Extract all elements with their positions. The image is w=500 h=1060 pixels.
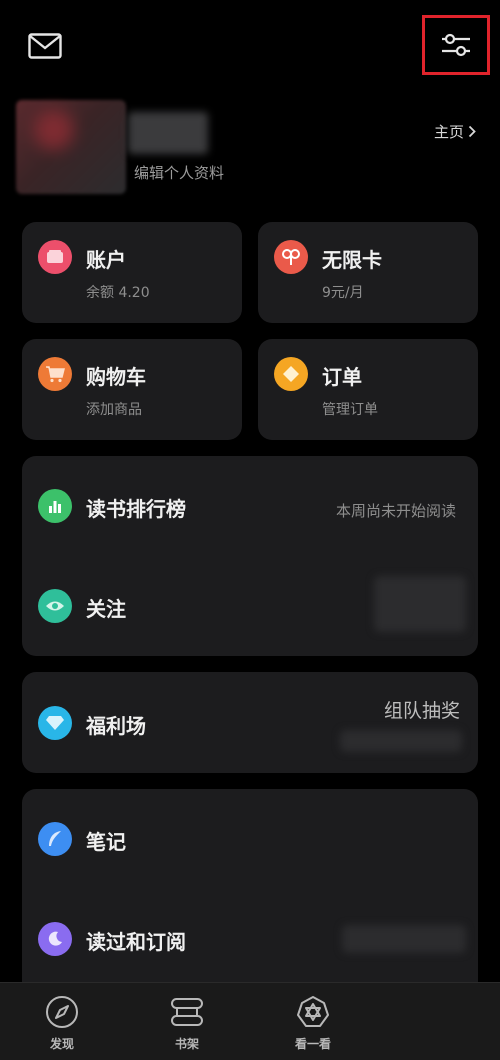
infinity-card-icon xyxy=(274,240,308,274)
row-title: 关注 xyxy=(86,597,126,621)
wallet-icon xyxy=(38,240,72,274)
homepage-label: 主页 xyxy=(433,123,464,141)
nav-label: 看一看 xyxy=(294,1037,331,1051)
welfare-promo: 组队抽奖 xyxy=(383,700,460,722)
read-preview xyxy=(342,925,466,953)
bookshelf-icon xyxy=(171,998,203,1026)
profile-screen: 编辑个人资料 主页 账户 余额 4.20 无限卡 9元/月 购物车 添加商品 订 xyxy=(0,0,500,1060)
library-group-card: 笔记 读过和订阅 xyxy=(22,789,478,999)
nav-discover[interactable]: 发现 xyxy=(22,995,102,1057)
infinite-card-card[interactable]: 无限卡 9元/月 xyxy=(258,222,478,323)
tile-title: 账户 xyxy=(86,248,126,272)
follows-row[interactable]: 关注 xyxy=(22,556,478,656)
avatar[interactable] xyxy=(16,100,126,194)
chevron-right-icon xyxy=(468,125,476,138)
nav-label: 书架 xyxy=(174,1037,199,1051)
follows-preview xyxy=(374,576,466,632)
order-icon xyxy=(274,357,308,391)
tile-subtitle: 添加商品 xyxy=(86,402,142,418)
orders-card[interactable]: 订单 管理订单 xyxy=(258,339,478,440)
cart-card[interactable]: 购物车 添加商品 xyxy=(22,339,242,440)
bottom-nav: 发现 书架 看一看 xyxy=(0,982,500,1060)
welfare-detail xyxy=(340,730,462,752)
read-subscribed-row[interactable]: 读过和订阅 xyxy=(22,889,478,989)
tile-title: 无限卡 xyxy=(322,248,382,272)
bar-chart-icon xyxy=(38,489,72,523)
ranking-row[interactable]: 读书排行榜 本周尚未开始阅读 xyxy=(22,456,478,556)
row-title: 笔记 xyxy=(86,830,126,854)
mail-icon[interactable] xyxy=(28,33,62,59)
row-title: 福利场 xyxy=(86,714,146,738)
welfare-card[interactable]: 福利场 组队抽奖 xyxy=(22,672,478,773)
moon-icon xyxy=(38,922,72,956)
tile-title: 订单 xyxy=(322,365,362,389)
nav-label: 发现 xyxy=(49,1037,74,1051)
settings-button[interactable] xyxy=(422,15,490,75)
row-title: 读过和订阅 xyxy=(86,930,186,954)
reading-group-card: 读书排行榜 本周尚未开始阅读 关注 xyxy=(22,456,478,656)
username xyxy=(128,112,208,154)
row-status: 本周尚未开始阅读 xyxy=(335,502,456,520)
tile-subtitle: 9元/月 xyxy=(322,285,364,301)
compass-icon xyxy=(46,996,78,1028)
row-title: 读书排行榜 xyxy=(86,497,186,521)
tile-title: 购物车 xyxy=(86,365,146,389)
sliders-icon xyxy=(442,33,470,57)
diamond-icon xyxy=(38,706,72,740)
nav-look[interactable]: 看一看 xyxy=(273,995,353,1057)
tile-subtitle: 余额 4.20 xyxy=(86,285,150,301)
notes-row[interactable]: 笔记 xyxy=(22,789,478,889)
account-card[interactable]: 账户 余额 4.20 xyxy=(22,222,242,323)
eye-icon xyxy=(38,589,72,623)
feather-icon xyxy=(38,822,72,856)
cart-icon xyxy=(38,357,72,391)
look-icon xyxy=(297,996,329,1027)
tile-subtitle: 管理订单 xyxy=(322,402,378,418)
edit-profile-link[interactable]: 编辑个人资料 xyxy=(134,162,224,183)
homepage-link[interactable]: 主页 xyxy=(434,121,476,142)
nav-bookshelf[interactable]: 书架 xyxy=(147,995,227,1057)
